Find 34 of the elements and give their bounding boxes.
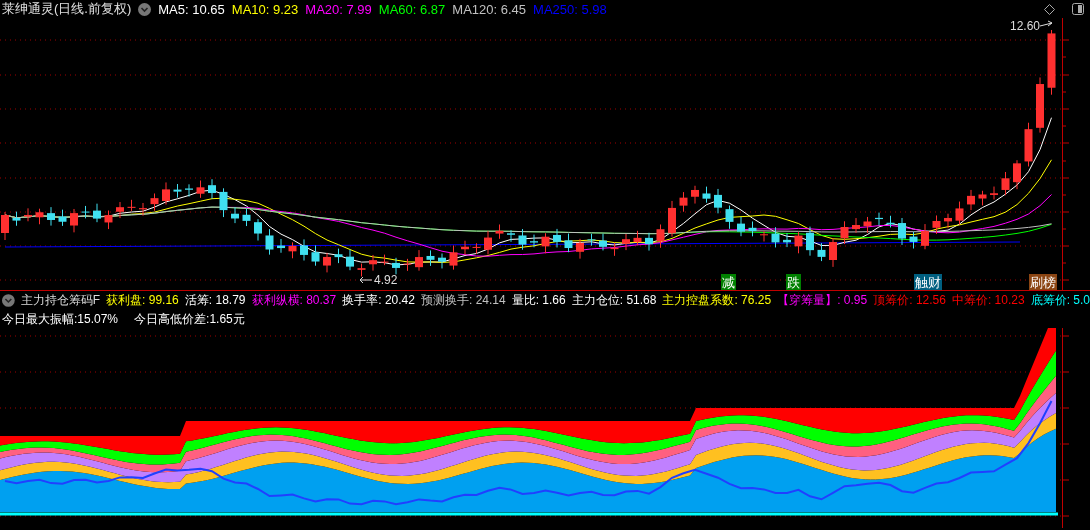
panel-toggle-icon[interactable] — [1072, 3, 1084, 15]
signal-tag: 触财 — [914, 274, 942, 290]
moving-average-value: MA10: 9.23 — [231, 1, 299, 17]
indicator-value: 顶筹价: 12.56 — [873, 292, 946, 309]
indicator-value: 主力仓位: 51.68 — [571, 292, 657, 309]
indicator-value: 底筹价: 5.0 — [1030, 292, 1090, 309]
moving-average-value: MA20: 7.99 — [305, 1, 372, 17]
high-price-label: 12.60 — [1010, 19, 1041, 33]
moving-average-value: MA250: 5.98 — [533, 1, 607, 17]
indicator-value: 主力控盘系数: 76.25 — [662, 292, 772, 309]
indicator-note: 今日高低价差:1.65元 — [134, 310, 245, 328]
low-price-label: 4.92 — [374, 273, 398, 287]
signal-tag: 跌 — [786, 274, 801, 290]
leader-line — [359, 276, 373, 284]
indicator-value: 活筹: 18.79 — [184, 292, 246, 309]
indicator-value: 获利盘: 99.16 — [106, 292, 179, 309]
leader-line — [1039, 20, 1053, 27]
indicator-value: 中筹价: 10.23 — [951, 292, 1025, 309]
indicator-value: 预测换手: 24.14 — [420, 292, 506, 309]
indicator-value: 量比: 1.66 — [511, 292, 566, 309]
indicator-value: 获利纵横: 80.37 — [251, 292, 337, 309]
dropdown-icon[interactable] — [138, 2, 152, 16]
indicator-value: 【穿筹量】: 0.95 — [777, 292, 868, 309]
indicator-name: 主力持仓筹码F — [20, 292, 101, 309]
dropdown-icon[interactable] — [2, 294, 15, 307]
signal-tag: 减 — [721, 274, 736, 290]
indicator-note: 今日最大振幅:15.07% — [2, 310, 119, 328]
stock-title: 莱绅通灵(日线.前复权) — [2, 0, 132, 18]
moving-average-value: MA5: 10.65 — [158, 1, 225, 17]
indicator-value: 换手率: 20.42 — [342, 292, 415, 309]
moving-average-value: MA120: 6.45 — [452, 1, 527, 17]
moving-average-value: MA60: 6.87 — [378, 1, 446, 17]
diamond-icon[interactable] — [1044, 3, 1055, 15]
signal-tag: 刷榜 — [1029, 274, 1057, 290]
